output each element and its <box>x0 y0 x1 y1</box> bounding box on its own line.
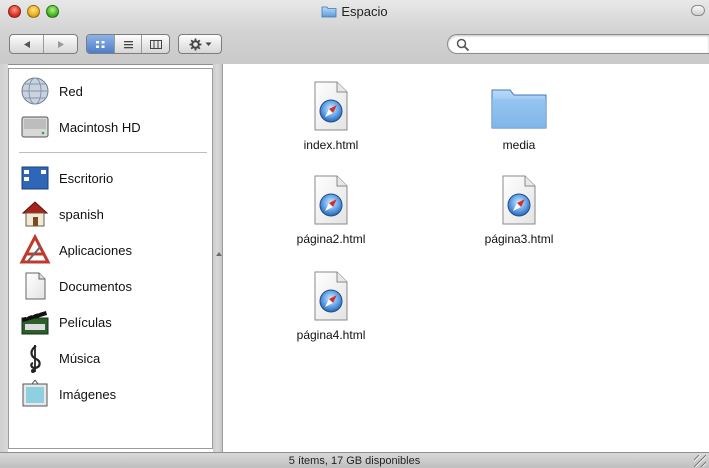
html-document-icon <box>314 81 348 131</box>
status-bar: 5 ítems, 17 GB disponibles <box>0 452 709 468</box>
folder-item[interactable]: media <box>464 78 574 152</box>
file-name: página4.html <box>296 328 366 342</box>
forward-button[interactable] <box>44 35 77 53</box>
search-icon <box>456 38 470 52</box>
sidebar-item-label: Películas <box>59 314 112 330</box>
movies-clapper-icon <box>21 310 49 335</box>
home-icon <box>21 201 49 227</box>
sidebar-item-spanish[interactable]: spanish <box>9 197 212 231</box>
sidebar-item-escritorio[interactable]: Escritorio <box>9 161 212 195</box>
sidebar-item-label: Macintosh HD <box>59 119 141 135</box>
sidebar-item-label: Documentos <box>59 278 132 294</box>
finder-window: Espacio Red Macintosh HD Escritorio span… <box>0 0 709 468</box>
sidebar-item-documentos[interactable]: Documentos <box>9 269 212 303</box>
html-document-icon <box>314 175 348 225</box>
icon-view-button[interactable] <box>87 35 115 53</box>
applications-icon <box>19 234 51 264</box>
sidebar-item-aplicaciones[interactable]: Aplicaciones <box>9 233 212 267</box>
sidebar-item-macintosh-hd[interactable]: Macintosh HD <box>9 110 212 144</box>
file-item[interactable]: página2.html <box>276 172 386 246</box>
file-name: index.html <box>303 138 359 152</box>
file-name: página3.html <box>484 232 554 246</box>
sidebar-item-label: Música <box>59 350 101 366</box>
desktop-icon <box>21 166 49 190</box>
html-document-icon <box>314 271 348 321</box>
file-name: página2.html <box>296 232 366 246</box>
chevron-down-icon <box>205 42 211 46</box>
sidebar-item-imagenes[interactable]: Imágenes <box>9 377 212 411</box>
action-menu-button[interactable] <box>178 34 222 54</box>
pictures-icon <box>22 379 48 407</box>
sidebar-separator <box>19 152 207 153</box>
back-arrow-icon <box>23 40 30 48</box>
sidebar-item-label: Aplicaciones <box>59 242 132 258</box>
sidebar-item-label: Escritorio <box>59 170 114 186</box>
documents-icon <box>25 272 46 300</box>
folder-icon <box>491 89 547 129</box>
view-mode-buttons <box>86 34 170 54</box>
file-item[interactable]: index.html <box>276 78 386 152</box>
window-frame <box>0 64 8 452</box>
html-document-icon <box>502 175 536 225</box>
forward-arrow-icon <box>57 40 64 48</box>
list-view-icon <box>123 40 133 48</box>
sidebar-item-peliculas[interactable]: Películas <box>9 305 212 339</box>
search-field[interactable] <box>447 34 709 54</box>
column-view-icon <box>149 39 162 49</box>
action-menu-trigger[interactable] <box>179 35 221 53</box>
folder-icon <box>321 6 337 18</box>
icon-view-icon <box>95 40 105 48</box>
file-name: media <box>502 138 536 152</box>
window-title: Espacio <box>0 4 709 19</box>
sidebar: Red Macintosh HD Escritorio spanish Apli… <box>8 68 213 449</box>
file-browser-area: index.html media página2.html página3.ht… <box>222 64 709 452</box>
search-input[interactable] <box>474 36 698 54</box>
column-view-button[interactable] <box>142 35 169 53</box>
window-title-label: Espacio <box>341 4 388 19</box>
gear-icon <box>189 38 201 50</box>
network-globe-icon <box>21 77 49 105</box>
status-text: 5 ítems, 17 GB disponibles <box>288 455 421 467</box>
music-clef-icon <box>30 345 41 373</box>
back-button[interactable] <box>10 35 44 53</box>
sidebar-splitter[interactable] <box>213 64 222 452</box>
sidebar-item-label: Red <box>59 83 83 99</box>
resize-grip-icon[interactable] <box>694 455 706 467</box>
sidebar-item-label: spanish <box>59 206 104 222</box>
sidebar-item-label: Imágenes <box>59 386 117 402</box>
toolbar: Espacio <box>0 0 709 65</box>
sidebar-item-red[interactable]: Red <box>9 74 212 108</box>
file-item[interactable]: página4.html <box>276 268 386 342</box>
hard-drive-icon <box>21 116 49 138</box>
list-view-button[interactable] <box>115 35 143 53</box>
sidebar-item-musica[interactable]: Música <box>9 341 212 375</box>
file-item[interactable]: página3.html <box>464 172 574 246</box>
back-forward-buttons <box>9 34 78 54</box>
